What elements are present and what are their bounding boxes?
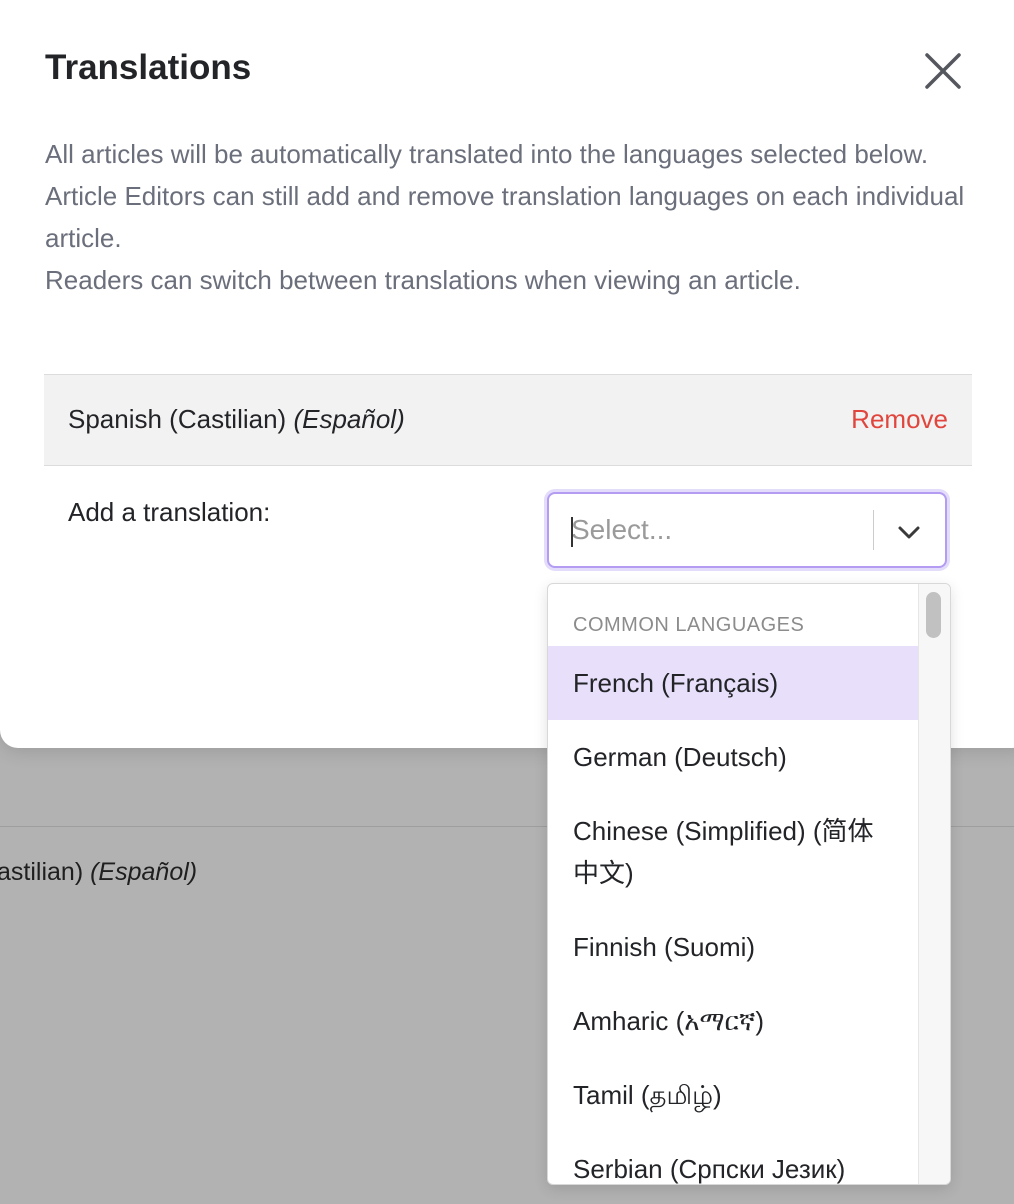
close-button[interactable] <box>918 46 968 96</box>
selected-language-native: (Español) <box>293 404 405 434</box>
dropdown-option[interactable]: German (Deutsch) <box>548 720 919 794</box>
close-icon <box>925 53 961 89</box>
selected-language-name: Spanish (Castilian) <box>68 404 287 434</box>
dropdown-option[interactable]: Tamil (தமிழ்) <box>548 1058 919 1132</box>
dropdown-scrollbar-thumb[interactable] <box>926 592 941 638</box>
description-line: Readers can switch between translations … <box>45 265 801 295</box>
background-language-row: astilian) (Español) <box>0 858 197 887</box>
selected-language-label: Spanish (Castilian) (Español) <box>68 404 405 435</box>
chevron-down-icon <box>898 526 920 539</box>
group-heading: Common Languages <box>573 614 805 636</box>
language-select-input[interactable] <box>571 508 861 552</box>
remove-language-button[interactable]: Remove <box>851 404 948 435</box>
selected-language-row: Spanish (Castilian) (Español) Remove <box>44 374 972 466</box>
dropdown-option[interactable]: Serbian (Српски Језик) <box>548 1132 919 1184</box>
modal-title: Translations <box>45 48 252 87</box>
text-cursor <box>571 517 573 547</box>
description-line: Article Editors can still add and remove… <box>45 181 965 253</box>
language-dropdown-menu: Common Languages French (Français) Germa… <box>547 583 951 1185</box>
language-select[interactable] <box>547 492 947 568</box>
dropdown-option[interactable]: Finnish (Suomi) <box>548 910 919 984</box>
add-translation-label: Add a translation: <box>68 497 271 527</box>
dropdown-scrollbar[interactable] <box>918 584 950 1184</box>
dropdown-option[interactable]: French (Français) <box>548 646 919 720</box>
description-line: All articles will be automatically trans… <box>45 139 929 169</box>
select-separator <box>873 510 874 550</box>
background-language-name: astilian) <box>0 858 84 886</box>
dropdown-option[interactable]: Chinese (Simplified) (简体中文) <box>548 794 919 910</box>
dropdown-toggle[interactable] <box>893 516 925 548</box>
modal-description: All articles will be automatically trans… <box>45 133 985 301</box>
background-language-native: (Español) <box>90 858 198 886</box>
dropdown-option[interactable]: Amharic (አማርኛ) <box>548 984 919 1058</box>
